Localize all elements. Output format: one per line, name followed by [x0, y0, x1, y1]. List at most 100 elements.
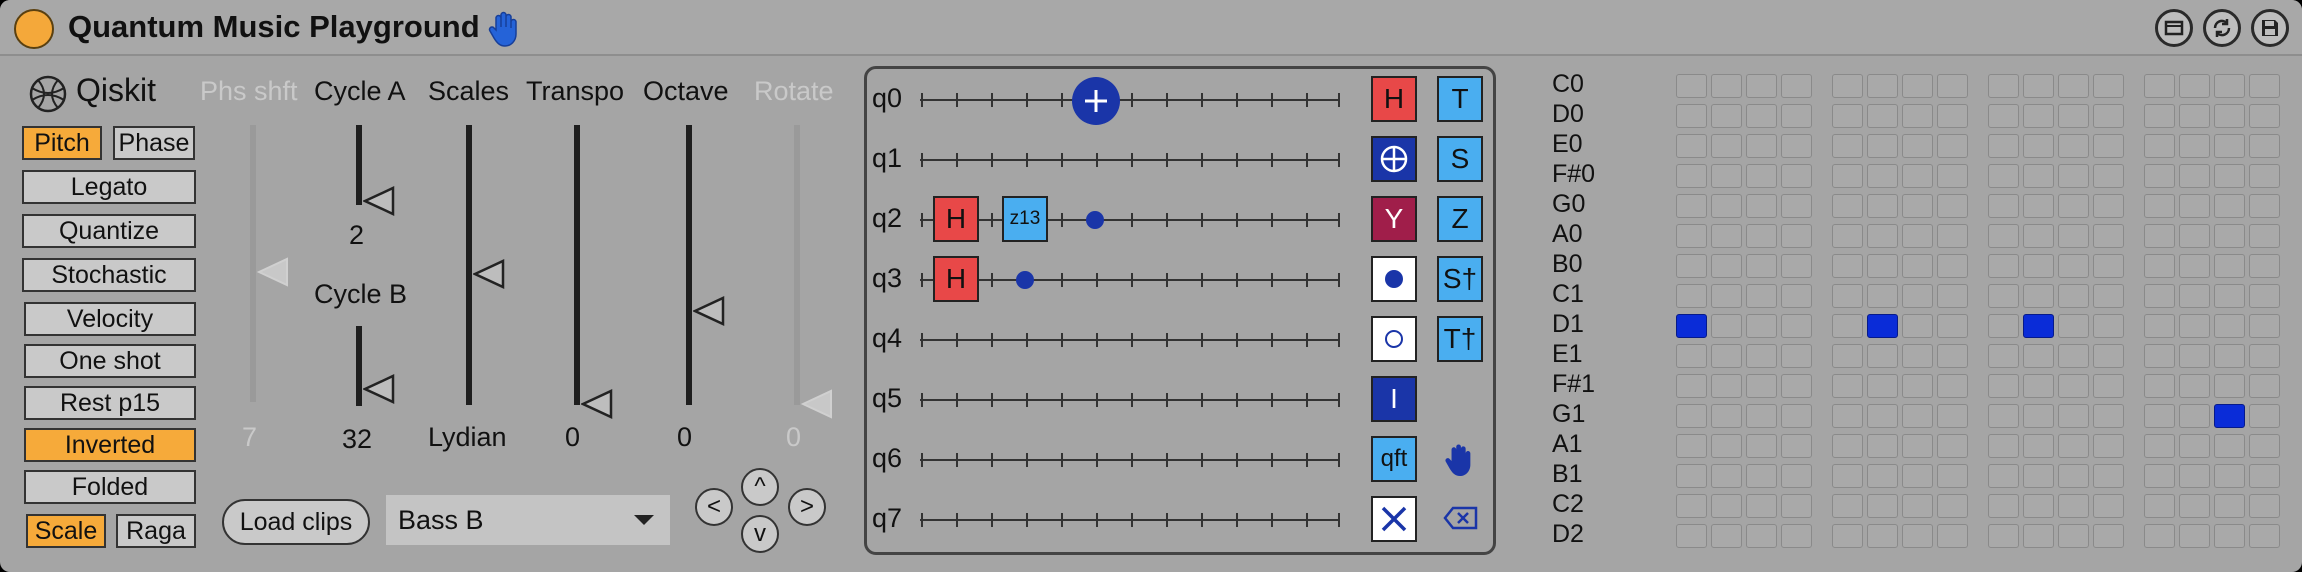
- grid-cell[interactable]: [1832, 434, 1863, 458]
- grid-cell[interactable]: [2093, 464, 2124, 488]
- nav-up-button[interactable]: ^: [741, 468, 779, 506]
- grid-cell[interactable]: [1867, 374, 1898, 398]
- grid-cell[interactable]: [2144, 104, 2175, 128]
- grid-cell[interactable]: [2058, 524, 2089, 548]
- grid-cell[interactable]: [2058, 104, 2089, 128]
- hand-icon[interactable]: [1444, 442, 1476, 483]
- grid-cell[interactable]: [2023, 494, 2054, 518]
- grid-cell[interactable]: [1676, 374, 1707, 398]
- grid-cell[interactable]: [2023, 314, 2054, 338]
- velocity-toggle[interactable]: Velocity: [24, 302, 196, 336]
- grid-cell[interactable]: [2093, 164, 2124, 188]
- grid-cell[interactable]: [2214, 494, 2245, 518]
- grid-cell[interactable]: [1867, 434, 1898, 458]
- grid-cell[interactable]: [1746, 284, 1777, 308]
- qubit-wire[interactable]: [920, 99, 1340, 101]
- grid-cell[interactable]: [1832, 344, 1863, 368]
- grid-cell[interactable]: [2179, 104, 2210, 128]
- transpo-thumb[interactable]: [580, 389, 615, 424]
- grid-cell[interactable]: [1746, 434, 1777, 458]
- grid-cell[interactable]: [1676, 194, 1707, 218]
- grid-cell[interactable]: [1711, 344, 1742, 368]
- grid-cell[interactable]: [1711, 134, 1742, 158]
- grid-cell[interactable]: [1676, 494, 1707, 518]
- grid-cell[interactable]: [1832, 404, 1863, 428]
- grid-cell[interactable]: [1937, 104, 1968, 128]
- grid-cell[interactable]: [2249, 74, 2280, 98]
- grid-cell[interactable]: [1711, 74, 1742, 98]
- grid-cell[interactable]: [2058, 464, 2089, 488]
- grid-cell[interactable]: [2144, 464, 2175, 488]
- phase-toggle[interactable]: Phase: [113, 126, 195, 160]
- octave-thumb[interactable]: [692, 296, 727, 331]
- grid-cell[interactable]: [2214, 134, 2245, 158]
- grid-cell[interactable]: [2093, 524, 2124, 548]
- grid-cell[interactable]: [1781, 314, 1812, 338]
- grid-cell[interactable]: [2058, 254, 2089, 278]
- grid-cell[interactable]: [1867, 194, 1898, 218]
- grid-cell[interactable]: [2093, 284, 2124, 308]
- grid-cell[interactable]: [1746, 134, 1777, 158]
- grid-cell[interactable]: [1832, 224, 1863, 248]
- grid-cell[interactable]: [2144, 314, 2175, 338]
- clip-select[interactable]: Bass B: [386, 495, 670, 545]
- grid-cell[interactable]: [2023, 404, 2054, 428]
- grid-cell[interactable]: [1937, 164, 1968, 188]
- grid-cell[interactable]: [2023, 194, 2054, 218]
- grid-cell[interactable]: [2214, 464, 2245, 488]
- grid-cell[interactable]: [2214, 104, 2245, 128]
- grid-cell[interactable]: [1711, 464, 1742, 488]
- grid-cell[interactable]: [1902, 524, 1933, 548]
- grid-cell[interactable]: [1781, 494, 1812, 518]
- palette-control-gate[interactable]: [1371, 256, 1417, 302]
- grid-cell[interactable]: [1937, 194, 1968, 218]
- grid-cell[interactable]: [2023, 164, 2054, 188]
- grid-cell[interactable]: [2179, 524, 2210, 548]
- grid-cell[interactable]: [2214, 404, 2245, 428]
- grid-cell[interactable]: [2093, 314, 2124, 338]
- grid-cell[interactable]: [2179, 194, 2210, 218]
- palette-h-gate[interactable]: H: [1371, 76, 1417, 122]
- grid-cell[interactable]: [1781, 434, 1812, 458]
- grid-cell[interactable]: [1832, 254, 1863, 278]
- grid-cell[interactable]: [2144, 164, 2175, 188]
- grid-cell[interactable]: [2249, 314, 2280, 338]
- grid-cell[interactable]: [2179, 464, 2210, 488]
- grid-cell[interactable]: [1937, 374, 1968, 398]
- palette-s-gate[interactable]: S: [1437, 136, 1483, 182]
- grid-cell[interactable]: [1867, 344, 1898, 368]
- grid-cell[interactable]: [1676, 224, 1707, 248]
- grid-cell[interactable]: [2058, 74, 2089, 98]
- grid-cell[interactable]: [2179, 344, 2210, 368]
- grid-cell[interactable]: [1711, 224, 1742, 248]
- grid-cell[interactable]: [2023, 224, 2054, 248]
- grid-cell[interactable]: [2179, 164, 2210, 188]
- grid-cell[interactable]: [2179, 134, 2210, 158]
- grid-cell[interactable]: [1711, 494, 1742, 518]
- grid-cell[interactable]: [1988, 134, 2019, 158]
- grid-cell[interactable]: [1781, 524, 1812, 548]
- grid-cell[interactable]: [2214, 374, 2245, 398]
- grid-cell[interactable]: [2249, 164, 2280, 188]
- scale-toggle[interactable]: Scale: [26, 514, 106, 548]
- grid-cell[interactable]: [2249, 524, 2280, 548]
- cnot-target-gate[interactable]: [1072, 77, 1120, 125]
- grid-cell[interactable]: [2249, 134, 2280, 158]
- palette-tdg-gate[interactable]: T†: [1437, 316, 1483, 362]
- grid-cell[interactable]: [1781, 254, 1812, 278]
- grid-cell[interactable]: [1676, 254, 1707, 278]
- grid-cell[interactable]: [2249, 494, 2280, 518]
- palette-i-gate[interactable]: I: [1371, 376, 1417, 422]
- cycle-a-thumb[interactable]: [362, 186, 397, 221]
- grid-cell[interactable]: [2214, 224, 2245, 248]
- q2-h-gate[interactable]: H: [933, 196, 979, 242]
- grid-cell[interactable]: [1902, 194, 1933, 218]
- rest-p15-toggle[interactable]: Rest p15: [24, 386, 196, 420]
- grid-cell[interactable]: [1781, 464, 1812, 488]
- grid-cell[interactable]: [1781, 134, 1812, 158]
- grid-cell[interactable]: [1867, 254, 1898, 278]
- grid-cell[interactable]: [2249, 374, 2280, 398]
- grid-cell[interactable]: [1937, 314, 1968, 338]
- grid-cell[interactable]: [1988, 164, 2019, 188]
- grid-cell[interactable]: [2249, 194, 2280, 218]
